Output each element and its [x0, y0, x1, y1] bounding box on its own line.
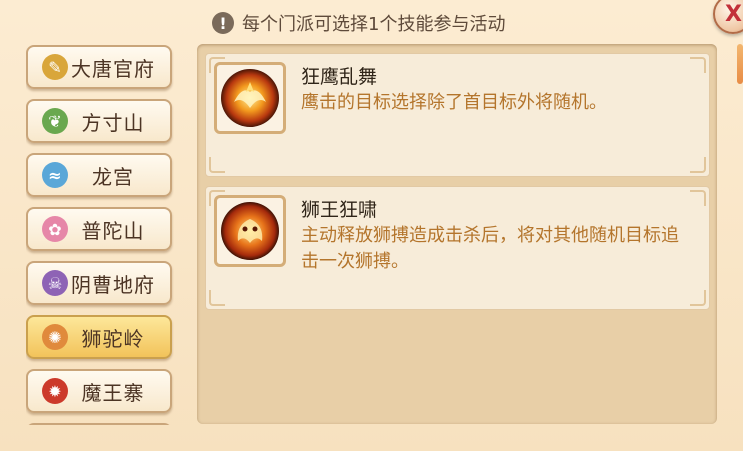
skill-icon-frame[interactable]: [214, 195, 286, 267]
corner-ornament: [690, 190, 706, 206]
skill-card[interactable]: 狂鹰乱舞 鹰击的目标选择除了首目标外将随机。: [205, 53, 710, 177]
corner-ornament: [690, 290, 706, 306]
faction-label: 龙宫: [92, 164, 134, 189]
notice-text: 每个门派可选择1个技能参与活动: [242, 14, 506, 35]
warning-icon: !: [212, 12, 234, 34]
faction-tab-putuo[interactable]: ✿ 普陀山: [26, 207, 172, 251]
faction-label: 魔王寨: [81, 380, 145, 405]
claw-emblem-icon: ✺: [42, 324, 68, 350]
skill-description: 主动释放狮搏造成击杀后，将对其他随机目标追击一次狮搏。: [301, 225, 679, 272]
corner-ornament: [209, 157, 225, 173]
faction-label: 大唐官府: [71, 56, 155, 81]
faction-sidebar[interactable]: ✎ 大唐官府 ❦ 方寸山 ≈ 龙宫 ✿ 普陀山 ☠ 阴曹地府 ✺ 狮驼岭 ✹ 魔…: [26, 45, 174, 425]
faction-label: 普陀山: [81, 218, 145, 243]
close-button[interactable]: X: [713, 0, 743, 34]
skill-select-panel: ! 每个门派可选择1个技能参与活动 X ✎ 大唐官府 ❦ 方寸山 ≈ 龙宫 ✿ …: [0, 0, 743, 451]
corner-ornament: [690, 57, 706, 73]
faction-label: 方寸山: [81, 110, 145, 135]
lotus-emblem-icon: ✿: [42, 216, 68, 242]
corner-ornament: [209, 290, 225, 306]
sword-emblem-icon: ✎: [42, 54, 68, 80]
flame-emblem-icon: ✹: [42, 378, 68, 404]
faction-tab-partial[interactable]: [26, 423, 172, 425]
faction-tab-datang[interactable]: ✎ 大唐官府: [26, 45, 172, 89]
faction-tab-mowang[interactable]: ✹ 魔王寨: [26, 369, 172, 413]
skill-list: 狂鹰乱舞 鹰击的目标选择除了首目标外将随机。 狮王狂啸 主动释放狮搏造成击杀后，…: [197, 44, 717, 424]
faction-tab-shituo[interactable]: ✺ 狮驼岭: [26, 315, 172, 359]
tassel-decoration: [737, 44, 743, 84]
lion-roar-skill-icon: [221, 202, 279, 260]
skull-emblem-icon: ☠: [42, 270, 68, 296]
skill-icon-frame[interactable]: [214, 62, 286, 134]
faction-tab-difu[interactable]: ☠ 阴曹地府: [26, 261, 172, 305]
leaf-emblem-icon: ❦: [42, 108, 68, 134]
skill-name: 狂鹰乱舞: [301, 66, 378, 88]
corner-ornament: [690, 157, 706, 173]
faction-label: 狮驼岭: [81, 326, 145, 351]
notice-bar: ! 每个门派可选择1个技能参与活动: [212, 8, 505, 38]
eagle-fire-skill-icon: [221, 69, 279, 127]
faction-tab-fangcun[interactable]: ❦ 方寸山: [26, 99, 172, 143]
faction-tab-longgong[interactable]: ≈ 龙宫: [26, 153, 172, 197]
skill-card[interactable]: 狮王狂啸 主动释放狮搏造成击杀后，将对其他随机目标追击一次狮搏。: [205, 186, 710, 310]
faction-label: 阴曹地府: [71, 272, 155, 297]
skill-name: 狮王狂啸: [301, 199, 378, 221]
skill-description: 鹰击的目标选择除了首目标外将随机。: [301, 92, 607, 113]
wave-emblem-icon: ≈: [42, 162, 68, 188]
